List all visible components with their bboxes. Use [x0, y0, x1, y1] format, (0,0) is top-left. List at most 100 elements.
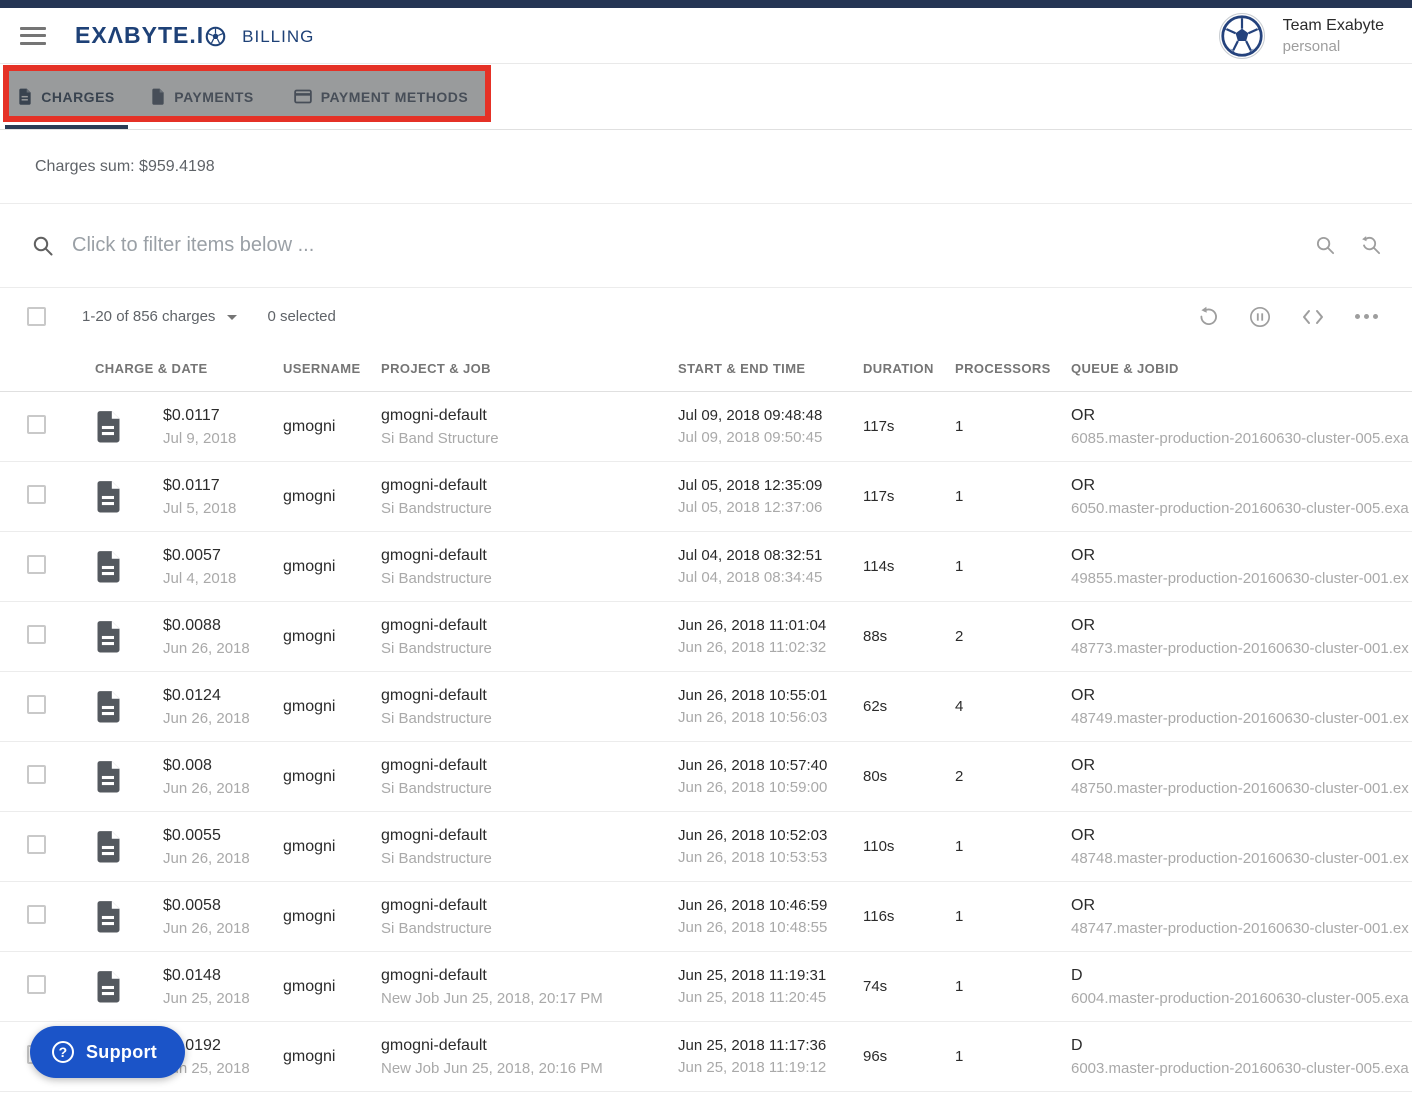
duration: 110s [831, 838, 923, 855]
project-name: gmogni-default [381, 407, 646, 425]
table-row[interactable]: $0.0057 Jul 4, 2018 gmogni gmogni-defaul… [0, 532, 1412, 602]
table-row[interactable]: $0.0117 Jul 9, 2018 gmogni gmogni-defaul… [0, 392, 1412, 462]
ellipsis-icon [1355, 314, 1378, 319]
list-toolbar: 1-20 of 856 charges 0 selected [0, 288, 1412, 345]
queue: OR [1071, 477, 1412, 495]
end-time: Jun 26, 2018 11:02:32 [678, 639, 831, 656]
end-time: Jun 25, 2018 11:19:12 [678, 1059, 831, 1076]
username: gmogni [251, 628, 349, 646]
row-checkbox[interactable] [27, 555, 46, 574]
row-checkbox[interactable] [27, 415, 46, 434]
filter-input[interactable] [72, 234, 1311, 257]
job-id: 6050.master-production-20160630-cluster-… [1071, 500, 1412, 517]
project-name: gmogni-default [381, 827, 646, 845]
reset-filter-button[interactable] [1356, 231, 1386, 260]
job-name: Si Bandstructure [381, 500, 646, 517]
queue: OR [1071, 547, 1412, 565]
processors: 4 [923, 698, 1039, 715]
end-time: Jun 26, 2018 10:56:03 [678, 709, 831, 726]
table-row[interactable]: $0.0117 Jul 5, 2018 gmogni gmogni-defaul… [0, 462, 1412, 532]
menu-icon[interactable] [20, 27, 46, 45]
end-time: Jul 04, 2018 08:34:45 [678, 569, 831, 586]
start-time: Jun 26, 2018 10:55:01 [678, 687, 831, 704]
username: gmogni [251, 418, 349, 436]
table-row[interactable]: $0.0192 Jun 25, 2018 gmogni gmogni-defau… [0, 1022, 1412, 1092]
select-all-checkbox[interactable] [27, 307, 46, 326]
job-id: 48748.master-production-20160630-cluster… [1071, 850, 1412, 867]
project-name: gmogni-default [381, 897, 646, 915]
table-row[interactable]: $0.0058 Jun 26, 2018 gmogni gmogni-defau… [0, 882, 1412, 952]
charge-amount: $0.0057 [163, 547, 251, 565]
charge-date: Jun 25, 2018 [163, 990, 251, 1007]
duration: 117s [831, 418, 923, 435]
job-id: 48747.master-production-20160630-cluster… [1071, 920, 1412, 937]
code-icon [1301, 308, 1325, 326]
row-checkbox[interactable] [27, 695, 46, 714]
table-row[interactable]: $0.0055 Jun 26, 2018 gmogni gmogni-defau… [0, 812, 1412, 882]
duration: 80s [831, 768, 923, 785]
processors: 1 [923, 488, 1039, 505]
tab-charges[interactable]: CHARGES [5, 64, 128, 129]
support-button[interactable]: ? Support [30, 1026, 185, 1078]
filter-search-icon [32, 235, 54, 257]
job-name: Si Band Structure [381, 430, 646, 447]
project-name: gmogni-default [381, 687, 646, 705]
duration: 96s [831, 1048, 923, 1065]
end-time: Jul 05, 2018 12:37:06 [678, 499, 831, 516]
duration: 62s [831, 698, 923, 715]
charge-document-icon [95, 690, 122, 723]
app-header: EXΛBYTE.I BILLING [0, 8, 1412, 64]
charge-date: Jun 26, 2018 [163, 850, 251, 867]
charges-tab-icon [18, 88, 32, 105]
charge-document-icon [95, 620, 122, 653]
more-actions-button[interactable] [1351, 310, 1382, 323]
start-time: Jun 26, 2018 11:01:04 [678, 617, 831, 634]
table-row[interactable]: $0.0148 Jun 25, 2018 gmogni gmogni-defau… [0, 952, 1412, 1022]
row-checkbox[interactable] [27, 625, 46, 644]
start-time: Jun 26, 2018 10:57:40 [678, 757, 831, 774]
queue: OR [1071, 757, 1412, 775]
help-icon: ? [52, 1041, 74, 1063]
page-title: BILLING [242, 27, 314, 47]
billing-page: EXΛBYTE.I BILLING [0, 0, 1412, 1097]
code-view-button[interactable] [1297, 304, 1329, 330]
charge-document-icon [95, 410, 122, 443]
row-checkbox[interactable] [27, 765, 46, 784]
username: gmogni [251, 1048, 349, 1066]
username: gmogni [251, 908, 349, 926]
table-row[interactable]: $0.0124 Jun 26, 2018 gmogni gmogni-defau… [0, 672, 1412, 742]
apply-filter-button[interactable] [1311, 231, 1340, 260]
row-checkbox[interactable] [27, 485, 46, 504]
end-time: Jun 26, 2018 10:53:53 [678, 849, 831, 866]
charge-date: Jul 4, 2018 [163, 570, 251, 587]
charge-date: Jun 26, 2018 [163, 780, 251, 797]
payments-tab-icon [151, 88, 165, 105]
support-label: Support [86, 1042, 157, 1063]
charge-amount: $0.0058 [163, 897, 251, 915]
pagination-range: 1-20 of 856 charges [82, 308, 215, 325]
tab-payments[interactable]: PAYMENTS [140, 64, 265, 129]
tab-payment-methods[interactable]: PAYMENT METHODS [283, 64, 479, 129]
charge-amount: $0.0148 [163, 967, 251, 985]
processors: 1 [923, 908, 1039, 925]
pause-button[interactable] [1245, 302, 1275, 332]
col-project-job: PROJECT & JOB [349, 361, 646, 376]
queue: D [1071, 967, 1412, 985]
charge-date: Jun 26, 2018 [163, 710, 251, 727]
pagination-dropdown[interactable]: 1-20 of 856 charges [82, 308, 237, 325]
charge-amount: $0.0055 [163, 827, 251, 845]
table-row[interactable]: $0.008 Jun 26, 2018 gmogni gmogni-defaul… [0, 742, 1412, 812]
account-menu[interactable]: Team Exabyte personal [1219, 13, 1392, 59]
processors: 2 [923, 628, 1039, 645]
chevron-down-icon [227, 315, 237, 320]
refresh-button[interactable] [1193, 302, 1223, 332]
row-checkbox[interactable] [27, 975, 46, 994]
username: gmogni [251, 698, 349, 716]
username: gmogni [251, 558, 349, 576]
row-checkbox[interactable] [27, 835, 46, 854]
start-time: Jun 26, 2018 10:52:03 [678, 827, 831, 844]
table-row[interactable]: $0.0088 Jun 26, 2018 gmogni gmogni-defau… [0, 602, 1412, 672]
row-checkbox[interactable] [27, 905, 46, 924]
job-name: Si Bandstructure [381, 570, 646, 587]
job-name: New Job Jun 25, 2018, 20:16 PM [381, 1060, 646, 1077]
